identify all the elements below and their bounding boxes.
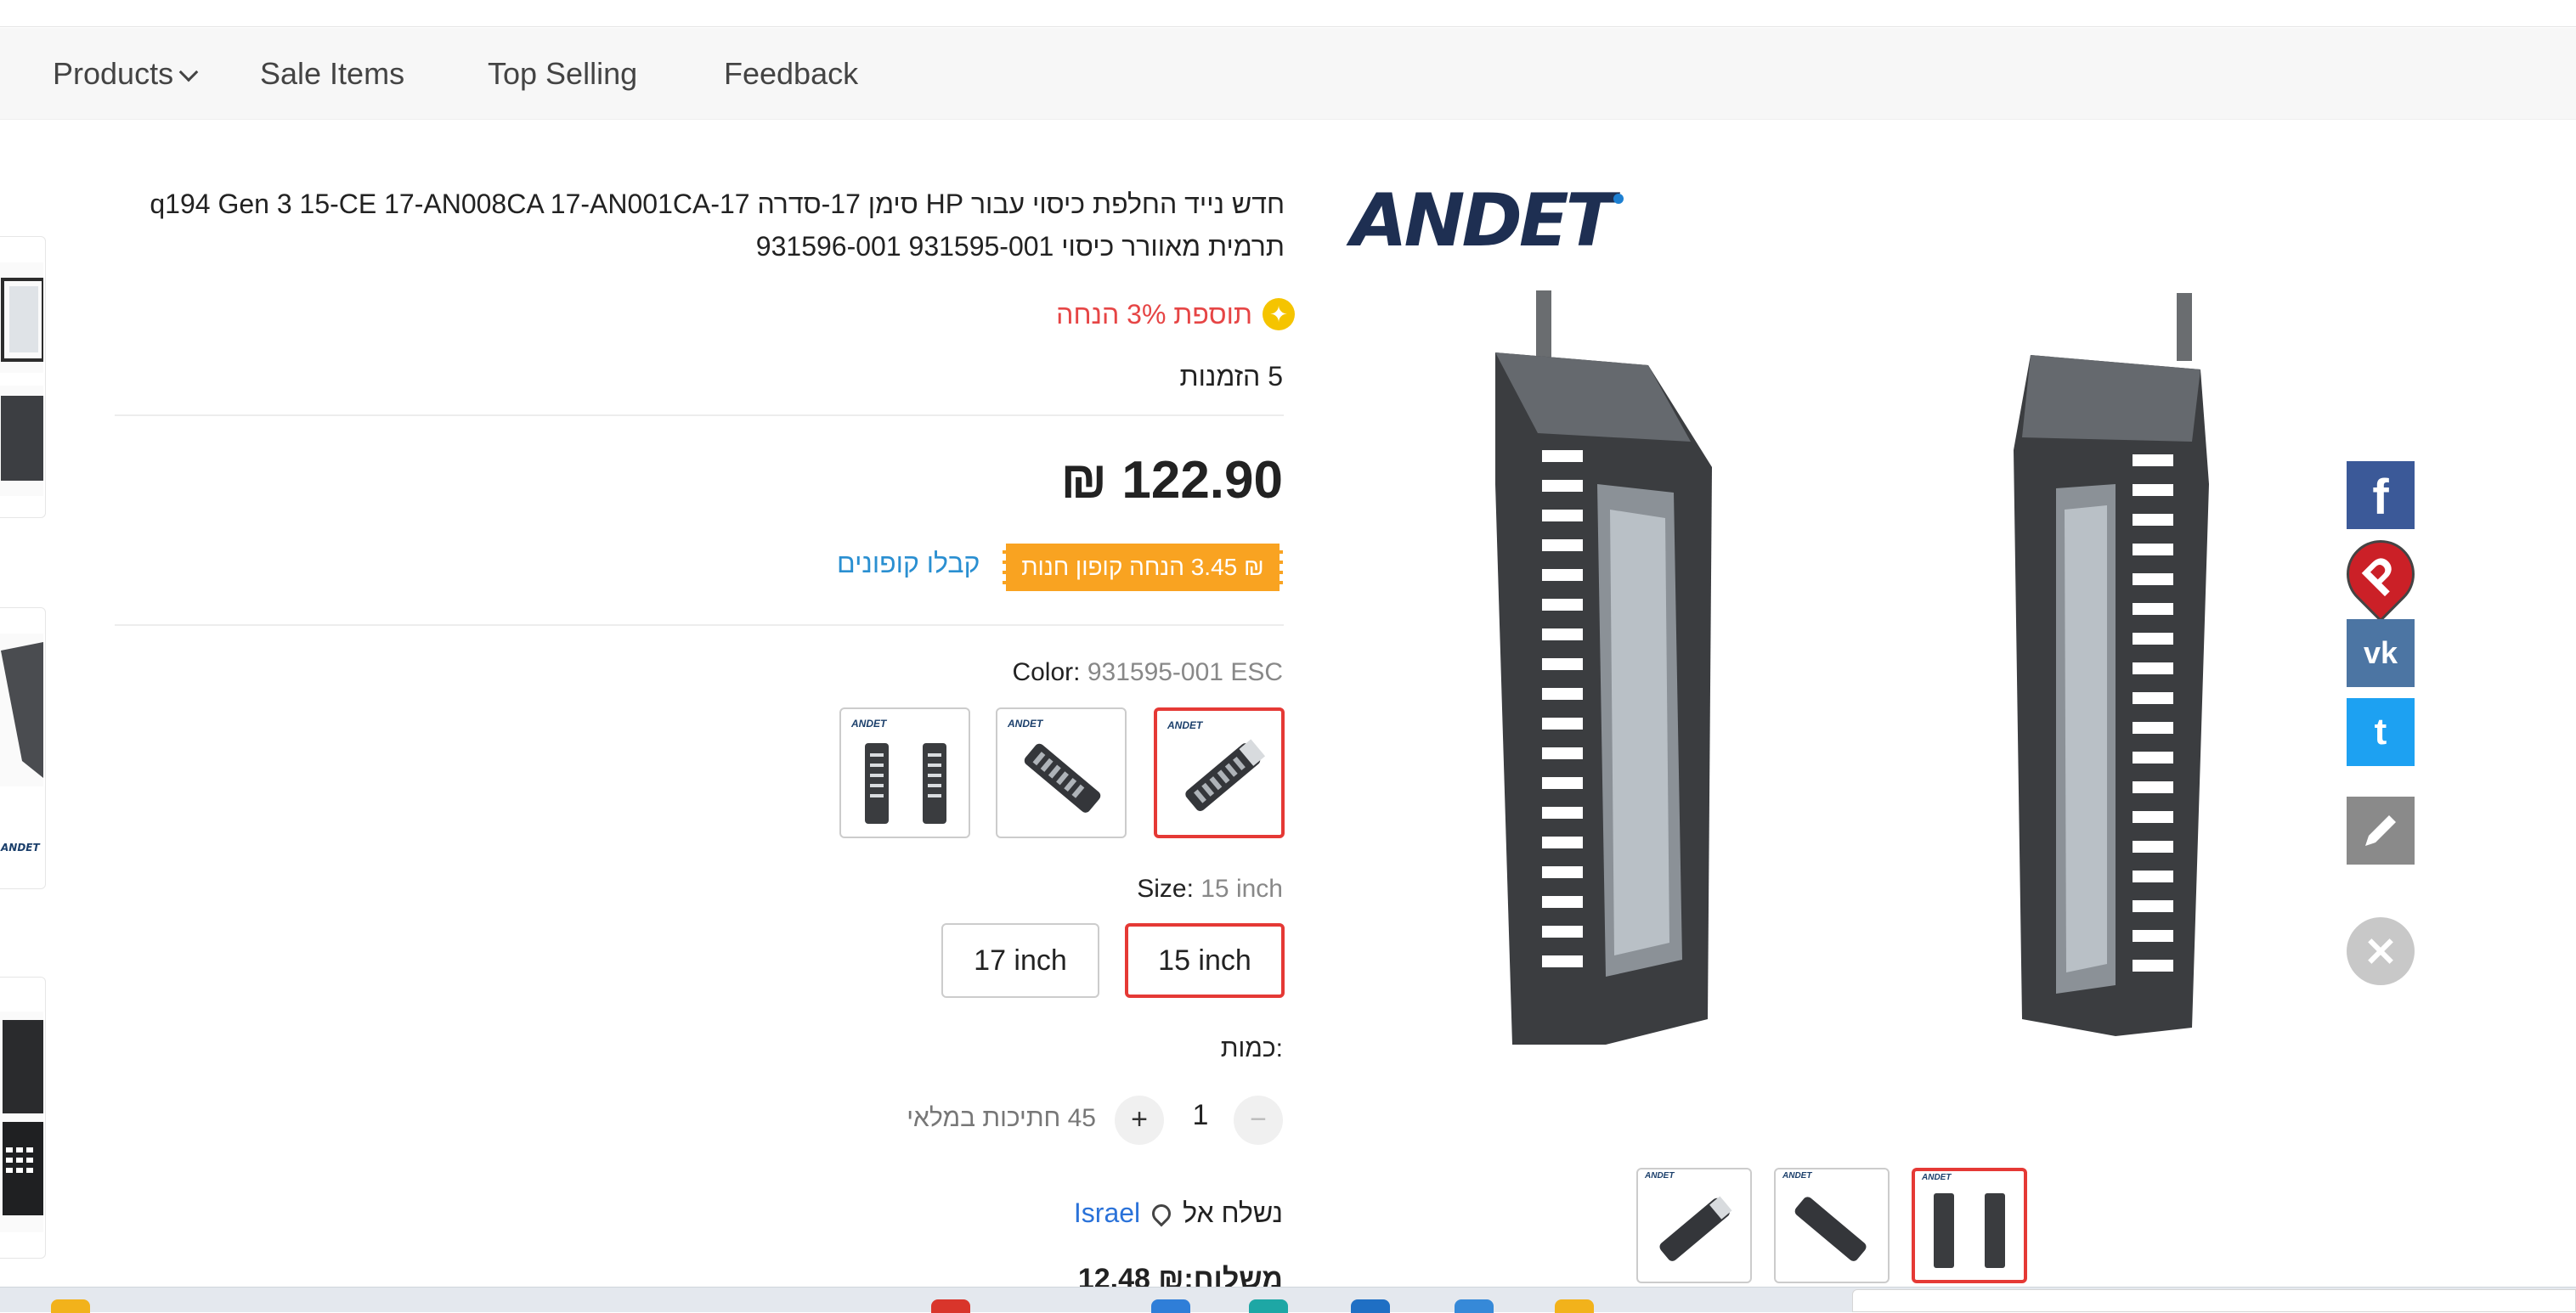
nav-products-label: Products: [53, 56, 174, 91]
svg-text:ANDET: ANDET: [0, 842, 40, 854]
top-bar: [0, 0, 2576, 27]
ship-to: נשלח אל Israel: [1074, 1197, 1283, 1229]
related-product-card[interactable]: [0, 236, 46, 518]
close-share-button[interactable]: [2347, 917, 2415, 985]
nav-top-selling[interactable]: Top Selling: [488, 28, 637, 120]
related-product-image: [0, 634, 43, 786]
chevron-down-icon: [178, 62, 199, 82]
brand-mini-logo: ANDET: [1782, 1171, 1812, 1181]
quantity-label: כמות:: [1220, 1034, 1283, 1062]
brand-mini-logo: ANDET: [1922, 1173, 1952, 1182]
app-icon[interactable]: [1555, 1299, 1594, 1313]
related-product-image: [0, 386, 43, 496]
pencil-icon: [2365, 815, 2396, 846]
color-swatch[interactable]: ANDET: [996, 707, 1127, 838]
brand-logo: ANDET: [1351, 178, 1624, 263]
twitter-share-button[interactable]: t: [2347, 698, 2415, 766]
related-product-card[interactable]: ANDET: [0, 607, 46, 889]
app-icon[interactable]: [1351, 1299, 1390, 1313]
store-nav: Products Sale Items Top Selling Feedback: [0, 28, 2576, 120]
gallery-thumbnail[interactable]: ANDET: [1912, 1168, 2027, 1283]
size-label: Size: 15 inch: [1137, 875, 1283, 904]
size-option-17[interactable]: 17 inch: [941, 923, 1099, 998]
brand-logo-text: ANDET: [1351, 178, 1615, 263]
gallery-thumbnail[interactable]: ANDET: [1636, 1168, 1752, 1283]
product-price: 122.90 ₪: [1060, 451, 1283, 510]
divider: [115, 414, 1284, 416]
facebook-share-button[interactable]: f: [2347, 461, 2415, 529]
color-label-text: Color:: [1012, 658, 1081, 686]
quantity-increase-button[interactable]: +: [1115, 1096, 1164, 1145]
taskbar-search-box[interactable]: [1852, 1289, 2576, 1312]
related-product-image: [0, 1012, 43, 1232]
brand-dot: [1613, 194, 1624, 204]
product-title: חדש נייד החלפת כיסוי עבור HP סימן 17-סדר…: [150, 189, 1285, 262]
app-icon[interactable]: [931, 1299, 970, 1313]
stock-available: 45 חתיכות במלאי: [907, 1104, 1096, 1132]
selected-color-value: 931595-001 ESC: [1087, 658, 1283, 686]
app-icon[interactable]: [1151, 1299, 1190, 1313]
color-label: Color: 931595-001 ESC: [1012, 658, 1283, 687]
gallery-thumbnail[interactable]: ANDET: [1774, 1168, 1890, 1283]
related-product-card[interactable]: [0, 977, 46, 1259]
size-label-text: Size:: [1137, 875, 1194, 903]
selected-size-value: 15 inch: [1200, 875, 1283, 903]
extra-discount-text: תוספת 3% הנחה: [1056, 298, 1252, 330]
color-swatch[interactable]: ANDET: [1154, 707, 1285, 838]
nav-products[interactable]: Products: [53, 28, 199, 120]
pinterest-share-button[interactable]: P: [2332, 526, 2429, 623]
ship-to-country-link[interactable]: Israel: [1074, 1197, 1140, 1229]
brand-mini-logo: ANDET: [1645, 1171, 1675, 1181]
vk-share-button[interactable]: vk: [2347, 619, 2415, 687]
size-option-15[interactable]: 15 inch: [1125, 923, 1285, 998]
color-swatch[interactable]: ANDET: [839, 707, 970, 838]
nav-sale-items[interactable]: Sale Items: [260, 28, 404, 120]
ship-to-label: נשלח אל: [1183, 1197, 1283, 1228]
orders-count: 5 הזמנות: [1179, 361, 1283, 392]
location-pin-icon: [1148, 1199, 1175, 1227]
get-coupons-link[interactable]: קבלו קופונים: [837, 548, 980, 579]
app-icon[interactable]: [1249, 1299, 1288, 1313]
edit-note-button[interactable]: [2347, 797, 2415, 865]
extra-discount: ✦ תוספת 3% הנחה: [1056, 293, 1295, 335]
nav-feedback[interactable]: Feedback: [724, 28, 858, 120]
main-product-image[interactable]: [1444, 280, 2251, 1062]
store-coupon-badge: ₪ 3.45 הנחה קופון חנות: [1003, 544, 1283, 591]
app-icon[interactable]: [1455, 1299, 1494, 1313]
app-icon[interactable]: [51, 1299, 90, 1313]
quantity-decrease-button[interactable]: −: [1234, 1096, 1283, 1145]
related-product-image: [0, 262, 45, 373]
brand-mini-logo: ANDET: [0, 829, 43, 863]
quantity-value[interactable]: 1: [1188, 1099, 1213, 1132]
divider: [115, 624, 1284, 626]
star-badge-icon: ✦: [1263, 298, 1295, 330]
